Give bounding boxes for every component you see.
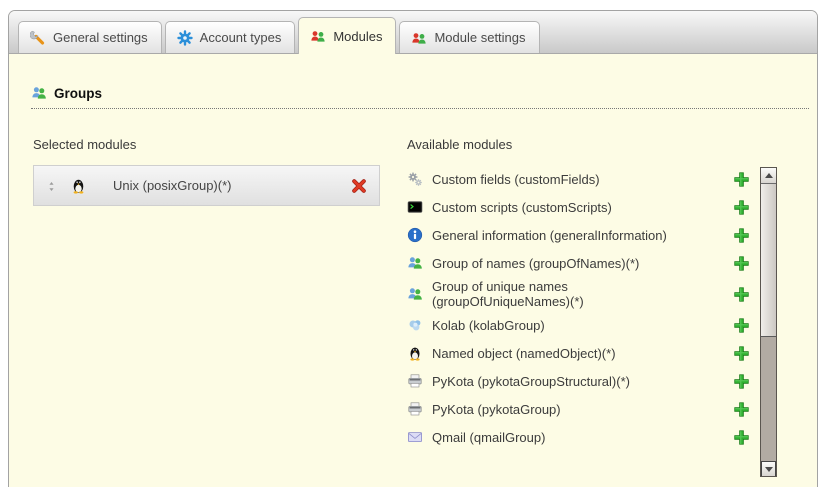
tux-icon [407, 345, 423, 361]
arrow-up-icon [765, 173, 773, 178]
add-module-button[interactable] [733, 199, 750, 216]
tab-bar: General settings Account types Modules Modu… [9, 11, 817, 54]
add-module-button[interactable] [733, 429, 750, 446]
groups-icon [31, 85, 47, 101]
tab-label: General settings [53, 30, 148, 45]
available-modules-list: Custom fields (customFields) Custom scri… [407, 167, 750, 453]
plus-icon [733, 286, 750, 303]
available-module-row: Qmail (qmailGroup) [407, 425, 750, 449]
available-module-row: Kolab (kolabGroup) [407, 313, 750, 337]
add-module-button[interactable] [733, 317, 750, 334]
scroll-down-button[interactable] [761, 461, 776, 476]
plus-icon [733, 401, 750, 418]
kolab-icon [407, 317, 423, 333]
available-module-row: Custom fields (customFields) [407, 167, 750, 191]
drag-handle-icon[interactable] [46, 179, 57, 192]
selected-module-row[interactable]: Unix (posixGroup)(*) [33, 165, 380, 206]
terminal-icon [407, 199, 423, 215]
printer-icon [407, 373, 423, 389]
available-module-row: PyKota (pykotaGroupStructural)(*) [407, 369, 750, 393]
available-module-label: Custom fields (customFields) [432, 172, 725, 187]
gears-icon [407, 171, 423, 187]
available-module-row: PyKota (pykotaGroup) [407, 397, 750, 421]
group-icon [407, 255, 423, 271]
plus-icon [733, 345, 750, 362]
printer-icon [407, 401, 423, 417]
plus-icon [733, 227, 750, 244]
delete-icon [351, 178, 367, 194]
info-icon [407, 227, 423, 243]
add-module-button[interactable] [733, 345, 750, 362]
add-module-button[interactable] [733, 227, 750, 244]
available-module-label: Custom scripts (customScripts) [432, 200, 725, 215]
available-module-label: PyKota (pykotaGroupStructural)(*) [432, 374, 725, 389]
available-module-label: Group of unique names (groupOfUniqueName… [432, 279, 725, 309]
available-module-row: General information (generalInformation) [407, 223, 750, 247]
plus-icon [733, 255, 750, 272]
gear-icon [177, 30, 193, 46]
groups-section-title: Groups [54, 86, 102, 101]
tux-icon [70, 177, 87, 194]
groups-section-header: Groups [31, 85, 809, 109]
tab-module-settings[interactable]: Module settings [399, 21, 539, 53]
tab-general-settings[interactable]: General settings [18, 21, 162, 53]
plus-icon [733, 317, 750, 334]
scrollbar-thumb[interactable] [761, 184, 776, 337]
available-module-row: Group of unique names (groupOfUniqueName… [407, 279, 750, 309]
available-module-row: Custom scripts (customScripts) [407, 195, 750, 219]
tab-modules[interactable]: Modules [298, 17, 396, 54]
available-module-row: Named object (namedObject)(*) [407, 341, 750, 365]
add-module-button[interactable] [733, 171, 750, 188]
add-module-button[interactable] [733, 286, 750, 303]
group-icon [407, 286, 423, 302]
tab-label: Modules [333, 29, 382, 44]
add-module-button[interactable] [733, 255, 750, 272]
add-module-button[interactable] [733, 401, 750, 418]
available-module-label: Kolab (kolabGroup) [432, 318, 725, 333]
arrow-down-icon [765, 467, 773, 472]
plus-icon [733, 199, 750, 216]
modules-icon [411, 30, 427, 46]
remove-module-button[interactable] [351, 178, 367, 194]
selected-modules-label: Selected modules [33, 137, 136, 152]
available-module-row: Group of names (groupOfNames)(*) [407, 251, 750, 275]
tab-label: Account types [200, 30, 282, 45]
selected-module-label: Unix (posixGroup)(*) [113, 178, 231, 193]
tab-label: Module settings [434, 30, 525, 45]
available-module-label: PyKota (pykotaGroup) [432, 402, 725, 417]
add-module-button[interactable] [733, 373, 750, 390]
tab-account-types[interactable]: Account types [165, 21, 296, 53]
wrench-icon [30, 30, 46, 46]
available-module-label: General information (generalInformation) [432, 228, 725, 243]
plus-icon [733, 171, 750, 188]
config-panel: General settings Account types Modules Modu… [8, 10, 818, 487]
envelope-icon [407, 429, 423, 445]
scroll-up-button[interactable] [761, 168, 776, 184]
available-module-label: Qmail (qmailGroup) [432, 430, 725, 445]
available-modules-label: Available modules [407, 137, 512, 152]
available-module-label: Group of names (groupOfNames)(*) [432, 256, 725, 271]
available-modules-scrollbar[interactable] [760, 167, 777, 477]
plus-icon [733, 429, 750, 446]
plus-icon [733, 373, 750, 390]
modules-icon [310, 28, 326, 44]
available-module-label: Named object (namedObject)(*) [432, 346, 725, 361]
